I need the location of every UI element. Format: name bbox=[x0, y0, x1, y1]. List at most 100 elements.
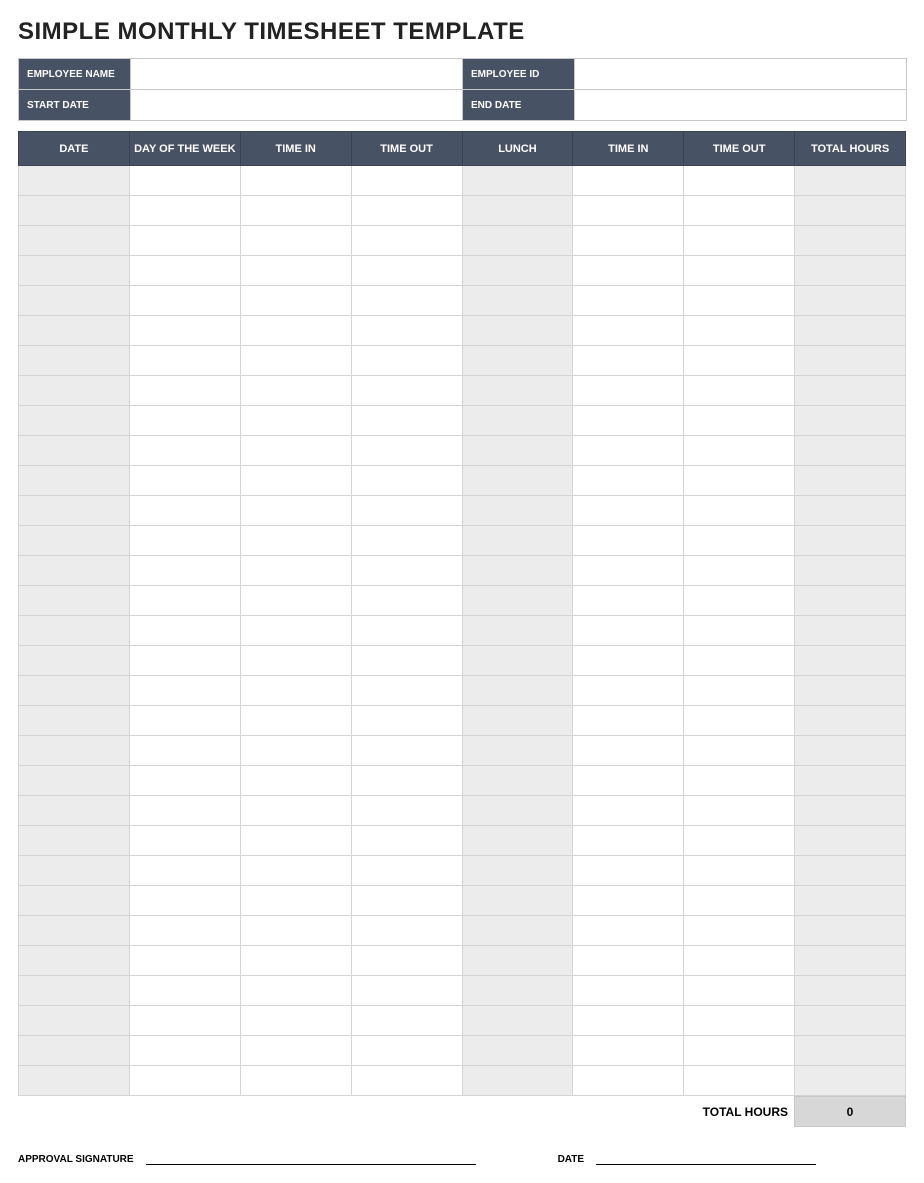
cell-date[interactable] bbox=[19, 316, 130, 346]
cell-date[interactable] bbox=[19, 676, 130, 706]
cell-time_out_am[interactable] bbox=[351, 856, 462, 886]
employee-id-field[interactable] bbox=[575, 59, 907, 90]
cell-time_in_am[interactable] bbox=[240, 316, 351, 346]
cell-day[interactable] bbox=[129, 286, 240, 316]
cell-time_out_pm[interactable] bbox=[684, 706, 795, 736]
cell-date[interactable] bbox=[19, 286, 130, 316]
cell-time_in_pm[interactable] bbox=[573, 1006, 684, 1036]
cell-date[interactable] bbox=[19, 766, 130, 796]
cell-time_in_am[interactable] bbox=[240, 256, 351, 286]
cell-time_in_pm[interactable] bbox=[573, 256, 684, 286]
cell-date[interactable] bbox=[19, 886, 130, 916]
cell-time_out_am[interactable] bbox=[351, 316, 462, 346]
cell-date[interactable] bbox=[19, 796, 130, 826]
cell-date[interactable] bbox=[19, 856, 130, 886]
cell-day[interactable] bbox=[129, 856, 240, 886]
cell-day[interactable] bbox=[129, 556, 240, 586]
cell-time_in_pm[interactable] bbox=[573, 496, 684, 526]
cell-time_in_pm[interactable] bbox=[573, 226, 684, 256]
cell-day[interactable] bbox=[129, 946, 240, 976]
cell-time_out_pm[interactable] bbox=[684, 526, 795, 556]
cell-day[interactable] bbox=[129, 346, 240, 376]
cell-time_out_am[interactable] bbox=[351, 196, 462, 226]
cell-time_in_am[interactable] bbox=[240, 856, 351, 886]
cell-time_in_pm[interactable] bbox=[573, 646, 684, 676]
cell-time_in_am[interactable] bbox=[240, 556, 351, 586]
cell-time_in_pm[interactable] bbox=[573, 586, 684, 616]
cell-lunch[interactable] bbox=[462, 706, 573, 736]
cell-date[interactable] bbox=[19, 706, 130, 736]
cell-time_in_pm[interactable] bbox=[573, 556, 684, 586]
cell-time_out_pm[interactable] bbox=[684, 226, 795, 256]
cell-time_out_pm[interactable] bbox=[684, 316, 795, 346]
cell-time_out_pm[interactable] bbox=[684, 826, 795, 856]
cell-date[interactable] bbox=[19, 496, 130, 526]
cell-time_in_am[interactable] bbox=[240, 1066, 351, 1096]
cell-time_in_am[interactable] bbox=[240, 826, 351, 856]
cell-time_out_pm[interactable] bbox=[684, 616, 795, 646]
cell-time_in_am[interactable] bbox=[240, 736, 351, 766]
cell-time_out_am[interactable] bbox=[351, 346, 462, 376]
cell-time_out_pm[interactable] bbox=[684, 646, 795, 676]
cell-time_out_am[interactable] bbox=[351, 526, 462, 556]
cell-time_in_pm[interactable] bbox=[573, 196, 684, 226]
cell-time_in_am[interactable] bbox=[240, 436, 351, 466]
cell-time_out_pm[interactable] bbox=[684, 1006, 795, 1036]
cell-time_in_pm[interactable] bbox=[573, 826, 684, 856]
cell-date[interactable] bbox=[19, 1006, 130, 1036]
cell-time_in_am[interactable] bbox=[240, 706, 351, 736]
cell-day[interactable] bbox=[129, 1036, 240, 1066]
cell-time_in_pm[interactable] bbox=[573, 766, 684, 796]
cell-day[interactable] bbox=[129, 226, 240, 256]
cell-time_in_am[interactable] bbox=[240, 646, 351, 676]
cell-time_in_am[interactable] bbox=[240, 886, 351, 916]
cell-time_out_am[interactable] bbox=[351, 376, 462, 406]
cell-time_in_pm[interactable] bbox=[573, 616, 684, 646]
cell-date[interactable] bbox=[19, 946, 130, 976]
cell-lunch[interactable] bbox=[462, 496, 573, 526]
cell-time_out_am[interactable] bbox=[351, 646, 462, 676]
cell-time_out_pm[interactable] bbox=[684, 286, 795, 316]
cell-day[interactable] bbox=[129, 796, 240, 826]
cell-time_out_pm[interactable] bbox=[684, 406, 795, 436]
cell-lunch[interactable] bbox=[462, 406, 573, 436]
cell-time_out_am[interactable] bbox=[351, 256, 462, 286]
cell-day[interactable] bbox=[129, 706, 240, 736]
cell-date[interactable] bbox=[19, 166, 130, 196]
cell-date[interactable] bbox=[19, 226, 130, 256]
cell-time_in_pm[interactable] bbox=[573, 526, 684, 556]
cell-time_out_pm[interactable] bbox=[684, 886, 795, 916]
cell-time_in_am[interactable] bbox=[240, 526, 351, 556]
cell-time_out_am[interactable] bbox=[351, 286, 462, 316]
cell-time_out_am[interactable] bbox=[351, 1006, 462, 1036]
cell-lunch[interactable] bbox=[462, 316, 573, 346]
cell-time_in_am[interactable] bbox=[240, 286, 351, 316]
cell-date[interactable] bbox=[19, 616, 130, 646]
cell-time_in_pm[interactable] bbox=[573, 1066, 684, 1096]
cell-time_in_am[interactable] bbox=[240, 1006, 351, 1036]
cell-lunch[interactable] bbox=[462, 1066, 573, 1096]
cell-day[interactable] bbox=[129, 1066, 240, 1096]
cell-time_out_pm[interactable] bbox=[684, 256, 795, 286]
cell-time_in_pm[interactable] bbox=[573, 1036, 684, 1066]
cell-day[interactable] bbox=[129, 436, 240, 466]
cell-lunch[interactable] bbox=[462, 586, 573, 616]
cell-time_out_am[interactable] bbox=[351, 886, 462, 916]
cell-time_out_am[interactable] bbox=[351, 1036, 462, 1066]
cell-day[interactable] bbox=[129, 376, 240, 406]
cell-time_in_pm[interactable] bbox=[573, 796, 684, 826]
cell-time_out_pm[interactable] bbox=[684, 586, 795, 616]
cell-lunch[interactable] bbox=[462, 376, 573, 406]
cell-time_out_am[interactable] bbox=[351, 796, 462, 826]
cell-lunch[interactable] bbox=[462, 196, 573, 226]
cell-day[interactable] bbox=[129, 646, 240, 676]
cell-date[interactable] bbox=[19, 826, 130, 856]
cell-date[interactable] bbox=[19, 346, 130, 376]
cell-lunch[interactable] bbox=[462, 286, 573, 316]
cell-lunch[interactable] bbox=[462, 256, 573, 286]
cell-time_out_am[interactable] bbox=[351, 466, 462, 496]
cell-date[interactable] bbox=[19, 436, 130, 466]
cell-date[interactable] bbox=[19, 586, 130, 616]
cell-time_in_am[interactable] bbox=[240, 766, 351, 796]
cell-date[interactable] bbox=[19, 466, 130, 496]
